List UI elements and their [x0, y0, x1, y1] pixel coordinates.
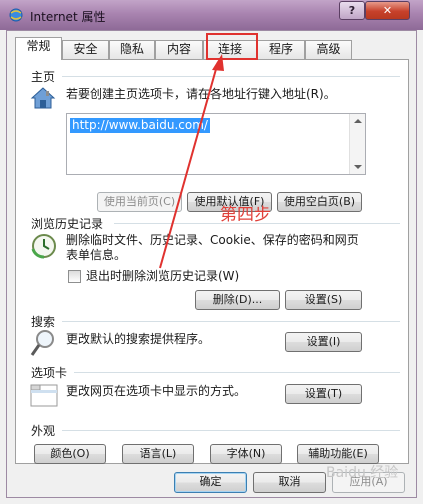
- tab-privacy[interactable]: 隐私: [109, 40, 155, 59]
- tab-content[interactable]: 内容: [155, 40, 203, 59]
- tabs-separator: [74, 372, 400, 373]
- appearance-separator: [62, 430, 400, 431]
- history-settings-button[interactable]: 设置(S): [285, 290, 362, 310]
- close-button[interactable]: ✕: [365, 1, 410, 20]
- colors-button[interactable]: 颜色(O): [34, 444, 106, 464]
- ok-button[interactable]: 确定: [174, 472, 247, 493]
- languages-button[interactable]: 语言(L): [122, 444, 194, 464]
- history-section-title: 浏览历史记录: [31, 217, 104, 231]
- use-blank-page-button[interactable]: 使用空白页(B): [277, 192, 362, 212]
- delete-history-on-exit-label[interactable]: 退出时删除浏览历史记录(W): [86, 269, 239, 284]
- home-description: 若要创建主页选项卡，请在各地址行键入地址(R)。: [66, 87, 336, 101]
- tab-security[interactable]: 安全: [62, 40, 109, 59]
- tabs-window-icon: [30, 384, 58, 407]
- tab-advanced[interactable]: 高级: [305, 40, 352, 59]
- home-house-icon: [30, 87, 56, 109]
- dialog-frame: 常规 安全 隐私 内容 连接 程序 高级 主页 若要创建主页选项卡，请在各地址行…: [6, 30, 417, 498]
- cancel-button[interactable]: 取消: [253, 472, 326, 493]
- home-separator: [62, 76, 400, 77]
- internet-options-window: Internet 属性 ? ✕ 常规 安全 隐私 内容 连接 程序 高级 主页 …: [0, 0, 423, 504]
- tab-programs[interactable]: 程序: [257, 40, 305, 59]
- history-description-line1: 删除临时文件、历史记录、Cookie、保存的密码和网页: [66, 233, 359, 247]
- help-button[interactable]: ?: [339, 1, 365, 20]
- scroll-down-arrow-icon[interactable]: [354, 165, 362, 169]
- title-bar[interactable]: Internet 属性 ? ✕: [0, 0, 423, 30]
- internet-options-icon: [9, 8, 23, 22]
- general-tab-panel: 主页 若要创建主页选项卡，请在各地址行键入地址(R)。 http://www.b…: [15, 59, 409, 464]
- history-clock-icon: [31, 234, 56, 259]
- delete-history-button[interactable]: 删除(D)...: [195, 290, 280, 310]
- url-field-scrollbar[interactable]: [349, 114, 365, 174]
- delete-history-on-exit-checkbox[interactable]: [68, 270, 81, 283]
- tab-general[interactable]: 常规: [15, 37, 62, 60]
- fonts-button[interactable]: 字体(N): [210, 444, 282, 464]
- tutorial-step-text: 第四步: [220, 205, 271, 225]
- tabs-section-title: 选项卡: [31, 366, 68, 380]
- search-description: 更改默认的搜索提供程序。: [66, 332, 211, 346]
- appearance-section-title: 外观: [31, 424, 56, 438]
- connections-tab-highlight: [206, 33, 258, 60]
- baidu-watermark: Baidu 经验: [326, 465, 399, 481]
- search-magnifier-icon: [30, 330, 54, 356]
- tabs-settings-button[interactable]: 设置(T): [285, 384, 362, 404]
- home-page-url-field[interactable]: http://www.baidu.com/: [66, 113, 366, 175]
- accessibility-button[interactable]: 辅助功能(E): [297, 444, 379, 464]
- home-section-title: 主页: [31, 70, 56, 84]
- history-description-line2: 表单信息。: [66, 248, 127, 262]
- use-current-page-button[interactable]: 使用当前页(C): [97, 192, 182, 212]
- tabs-description: 更改网页在选项卡中显示的方式。: [66, 384, 247, 398]
- search-settings-button[interactable]: 设置(I): [285, 332, 362, 352]
- scroll-up-arrow-icon[interactable]: [354, 119, 362, 123]
- window-title: Internet 属性: [30, 10, 106, 24]
- home-page-url-text: http://www.baidu.com/: [70, 118, 210, 133]
- search-separator: [62, 321, 400, 322]
